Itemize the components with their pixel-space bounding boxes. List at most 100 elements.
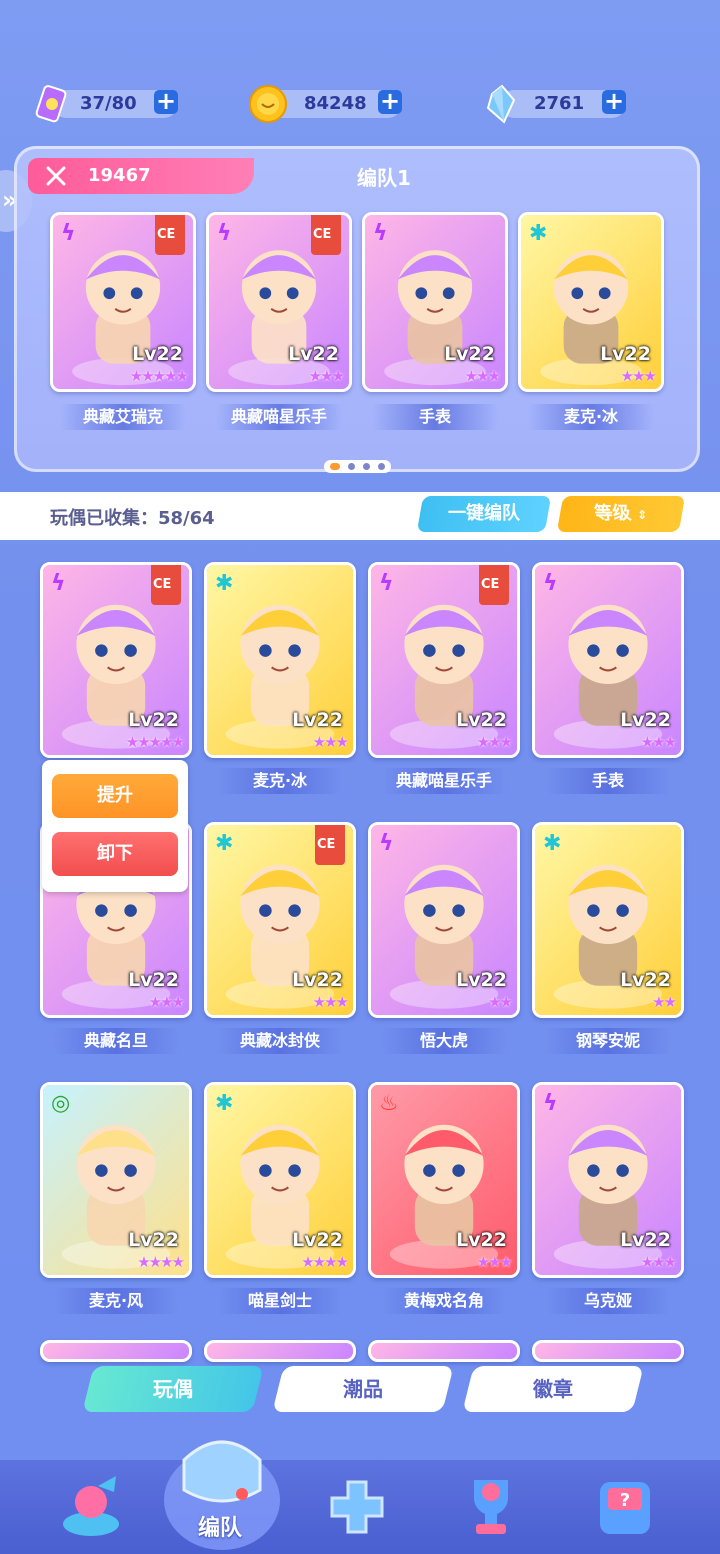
nav-active-label: 编队 <box>198 1516 243 1541</box>
trophy-icon[interactable] <box>456 1472 526 1542</box>
doll-stars: ★★★★ <box>301 1253 349 1271</box>
ce-ribbon-icon <box>315 825 345 865</box>
light-element-icon: ϟ <box>543 571 558 596</box>
doll-card[interactable]: ✱ Lv22 ★★★ <box>204 562 356 758</box>
add-crystals-button[interactable]: + <box>602 89 626 114</box>
stamina-value: 37/80 <box>80 93 137 114</box>
ce-ribbon-icon <box>311 215 341 255</box>
team-member-name: 麦克·冰 <box>528 404 654 430</box>
team-member-name: 手表 <box>372 404 498 430</box>
doll-stars: ★★★ <box>312 733 349 751</box>
ce-ribbon-icon <box>151 565 181 605</box>
doll-card[interactable]: ϟ Lv22 ★★ <box>368 822 520 1018</box>
doll-stars: ★★ <box>652 993 677 1011</box>
team-power-value: 19467 <box>88 165 151 186</box>
doll-level: Lv22 <box>456 1229 507 1251</box>
light-element-icon: ϟ <box>217 221 232 246</box>
team-member-card[interactable]: ϟ Lv22 ★★★ <box>362 212 508 392</box>
upgrade-button[interactable]: 提升 <box>52 774 178 818</box>
add-coins-button[interactable]: + <box>378 89 402 114</box>
doll-name: 黄梅戏名角 <box>382 1288 506 1314</box>
doll-card-partial[interactable] <box>204 1340 356 1362</box>
tab-badges[interactable]: 徽章 <box>462 1366 644 1412</box>
doll-card[interactable]: ✱ Lv22 ★★★★ <box>204 1082 356 1278</box>
auto-team-label: 一键编队 <box>448 503 520 524</box>
ce-ribbon-icon <box>479 565 509 605</box>
sort-level-text: 等级 <box>592 503 633 524</box>
unequip-button[interactable]: 卸下 <box>52 832 178 876</box>
doll-card[interactable]: ϟ Lv22 ★★★ <box>532 1082 684 1278</box>
team-member-stars: ★★★ <box>620 367 657 385</box>
doll-card-partial[interactable] <box>40 1340 192 1362</box>
light-element-icon: ϟ <box>379 571 394 596</box>
doll-card[interactable]: ϟ Lv22 ★★★ <box>368 562 520 758</box>
doll-action-popup: 提升 卸下 <box>42 760 188 892</box>
team-member-level: Lv22 <box>600 343 651 365</box>
page-indicator <box>324 460 391 473</box>
team-member-stars: ★★★ <box>308 367 345 385</box>
doll-level: Lv22 <box>128 1229 179 1251</box>
page-dot[interactable] <box>363 463 370 470</box>
doll-card[interactable]: ♨ Lv22 ★★★ <box>368 1082 520 1278</box>
doll-stars: ★★★ <box>476 733 513 751</box>
doll-level: Lv22 <box>292 1229 343 1251</box>
sort-level-button[interactable]: 等级 ⇕ <box>556 496 686 533</box>
tab-badges-label: 徽章 <box>533 1377 573 1401</box>
doll-name: 悟大虎 <box>382 1028 506 1054</box>
tab-trends[interactable]: 潮品 <box>272 1366 454 1412</box>
doll-stars: ★★★ <box>476 1253 513 1271</box>
ice-element-icon: ✱ <box>215 1091 234 1116</box>
team-member-card[interactable]: ϟ Lv22 ★★★ <box>206 212 352 392</box>
team-panel: 19467 编队1 ϟ Lv22 ★★★★★ 典藏艾瑞克 ϟ Lv22 ★★★ 典藏喵星乐手 ϟ… <box>14 146 700 473</box>
auto-team-button[interactable]: 一键编队 <box>416 496 552 532</box>
collection-count: 玩偶已收集：58/64 <box>50 508 215 529</box>
coin-icon <box>249 85 287 123</box>
doll-level: Lv22 <box>128 969 179 991</box>
ticket-icon <box>35 85 67 123</box>
tab-trends-label: 潮品 <box>343 1377 383 1401</box>
doll-stars: ★★★ <box>312 993 349 1011</box>
team-member-stars: ★★★★★ <box>129 367 189 385</box>
doll-level: Lv22 <box>456 969 507 991</box>
page-dot[interactable] <box>330 463 340 470</box>
team-member-level: Lv22 <box>288 343 339 365</box>
coins-value: 84248 <box>304 93 367 114</box>
doll-card[interactable]: ◎ Lv22 ★★★★ <box>40 1082 192 1278</box>
team-member-name: 典藏艾瑞克 <box>60 404 186 430</box>
page-dot[interactable] <box>348 463 355 470</box>
doll-name: 麦克·风 <box>54 1288 178 1314</box>
mystery-box-icon[interactable]: ? <box>590 1472 660 1542</box>
doll-card-partial[interactable] <box>532 1340 684 1362</box>
coins-resource: 84248 + <box>248 84 408 124</box>
doll-card-partial[interactable] <box>368 1340 520 1362</box>
collection-bar: 玩偶已收集：58/64 一键编队 等级 ⇕ <box>0 492 720 540</box>
light-element-icon: ϟ <box>61 221 76 246</box>
add-stamina-button[interactable]: + <box>154 89 178 114</box>
light-element-icon: ϟ <box>373 221 388 246</box>
gacha-icon[interactable] <box>56 1472 126 1542</box>
doll-stars: ★★★★★ <box>125 733 185 751</box>
team-member-stars: ★★★ <box>464 367 501 385</box>
team-name: 编队1 <box>357 166 411 190</box>
gamepad-icon[interactable] <box>322 1472 392 1542</box>
doll-card[interactable]: ✱ Lv22 ★★ <box>532 822 684 1018</box>
team-member-card[interactable]: ϟ Lv22 ★★★★★ <box>50 212 196 392</box>
bottom-nav: ? <box>0 1460 720 1554</box>
doll-level: Lv22 <box>620 969 671 991</box>
page-dot[interactable] <box>378 463 385 470</box>
doll-level: Lv22 <box>292 709 343 731</box>
sort-level-label: 等级 ⇕ <box>592 496 648 533</box>
doll-name: 钢琴安妮 <box>546 1028 670 1054</box>
doll-card[interactable]: ✱ Lv22 ★★★ <box>204 822 356 1018</box>
team-member-card[interactable]: ✱ Lv22 ★★★ <box>518 212 664 392</box>
tab-dolls[interactable]: 玩偶 <box>82 1366 264 1412</box>
team-member-level: Lv22 <box>444 343 495 365</box>
crossed-swords-icon <box>46 166 66 186</box>
doll-card[interactable]: ϟ Lv22 ★★★★★ <box>40 562 192 758</box>
sort-arrows-icon: ⇕ <box>637 508 648 522</box>
crystals-resource: 2761 + <box>480 84 630 124</box>
ice-element-icon: ✱ <box>529 221 548 246</box>
doll-card[interactable]: ϟ Lv22 ★★★ <box>532 562 684 758</box>
doll-stars: ★★★ <box>640 1253 677 1271</box>
doll-name: 麦克·冰 <box>218 768 342 794</box>
